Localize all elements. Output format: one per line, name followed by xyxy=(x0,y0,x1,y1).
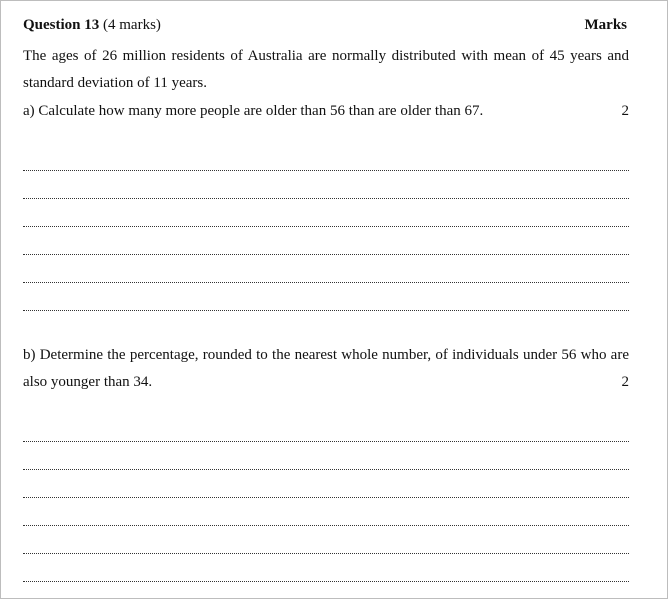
part-b-text: b) Determine the percentage, rounded to … xyxy=(23,347,629,390)
answer-line[interactable] xyxy=(23,226,629,227)
answer-line[interactable] xyxy=(23,170,629,171)
part-b-marks: 2 xyxy=(621,374,630,390)
answer-line[interactable] xyxy=(23,310,629,311)
part-a-marks: 2 xyxy=(621,103,630,119)
question-number: Question 13 xyxy=(23,17,100,33)
question-total-marks: (4 marks) xyxy=(103,17,161,33)
answer-line[interactable] xyxy=(23,497,629,498)
question-header: Question 13 (4 marks) Marks xyxy=(23,15,627,35)
answer-line[interactable] xyxy=(23,525,629,526)
answer-line[interactable] xyxy=(23,282,629,283)
marks-column-heading: Marks xyxy=(584,17,628,33)
answer-line[interactable] xyxy=(23,469,629,470)
part-b: b) Determine the percentage, rounded to … xyxy=(23,342,629,396)
answer-line[interactable] xyxy=(23,254,629,255)
question-intro: The ages of 26 million residents of Aust… xyxy=(23,48,629,91)
part-a-text: a) Calculate how many more people are ol… xyxy=(23,103,484,119)
answer-line[interactable] xyxy=(23,441,629,442)
answer-line[interactable] xyxy=(23,553,629,554)
answer-line[interactable] xyxy=(23,198,629,199)
exam-page: Question 13 (4 marks) Marks The ages of … xyxy=(0,0,668,599)
answer-line[interactable] xyxy=(23,581,629,582)
part-a: a) Calculate how many more people are ol… xyxy=(23,98,629,125)
